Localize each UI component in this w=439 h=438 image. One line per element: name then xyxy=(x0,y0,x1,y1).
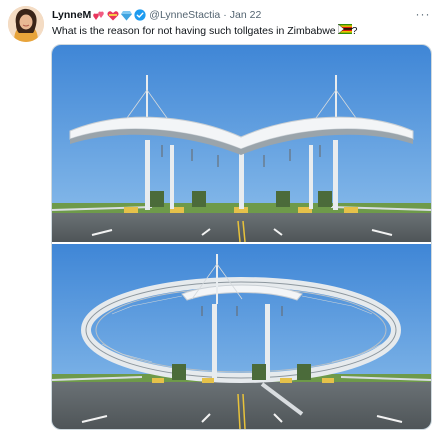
more-options-icon[interactable]: ··· xyxy=(415,6,431,22)
verified-badge-icon xyxy=(134,9,146,21)
tollgate-photo-top[interactable] xyxy=(52,45,431,242)
couple-hearts-emoji xyxy=(93,10,105,21)
zimbabwe-flag-emoji xyxy=(337,23,352,38)
tweet-body: What is the reason for not having such t… xyxy=(52,24,336,37)
avatar[interactable] xyxy=(8,6,44,42)
timestamp[interactable]: Jan 22 xyxy=(230,9,262,21)
tweet-header: LynneM @LynneStactia · Jan 22 ··· xyxy=(52,7,431,23)
heart-ribbon-emoji xyxy=(107,10,119,21)
separator-dot: · xyxy=(223,9,227,21)
display-name[interactable]: LynneM xyxy=(52,9,91,21)
media-grid xyxy=(51,44,432,430)
user-handle[interactable]: @LynneStactia xyxy=(149,9,220,21)
tweet-text-suffix: ? xyxy=(351,24,358,37)
tweet[interactable]: LynneM @LynneStactia · Jan 22 ··· What i… xyxy=(0,0,439,438)
tweet-text: What is the reason for not having such t… xyxy=(52,23,429,38)
tollgate-photo-bottom[interactable] xyxy=(52,244,431,429)
blue-diamond-emoji xyxy=(121,10,133,21)
